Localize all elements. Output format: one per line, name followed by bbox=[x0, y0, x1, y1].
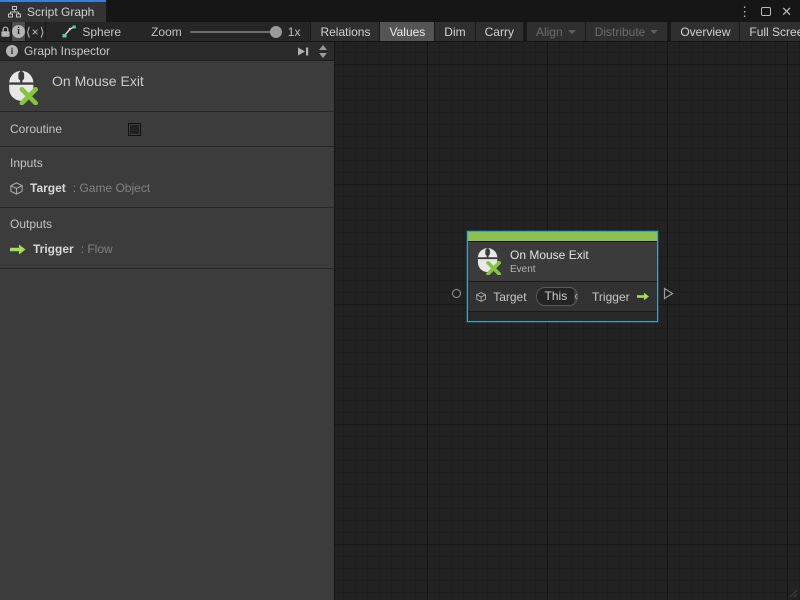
event-summary: On Mouse Exit bbox=[0, 61, 334, 112]
zoom-control: Zoom 1x bbox=[135, 22, 310, 41]
zoom-value: 1x bbox=[288, 25, 301, 39]
menu-icon[interactable]: ⋮ bbox=[738, 5, 751, 18]
game-object-cube-icon bbox=[476, 290, 486, 304]
outputs-title: Outputs bbox=[10, 217, 324, 231]
toolbar-button-values[interactable]: Values bbox=[379, 22, 434, 41]
event-title: On Mouse Exit bbox=[52, 69, 144, 89]
output-type: : Flow bbox=[81, 242, 113, 256]
mouse-exit-icon bbox=[477, 247, 501, 275]
toolbar-toggles: Relations Values Dim Carry Align Distrib… bbox=[310, 22, 800, 41]
coroutine-label: Coroutine bbox=[10, 122, 62, 136]
window-controls: ⋮ ✕ bbox=[738, 0, 800, 22]
graph-inspector-title: Graph Inspector bbox=[24, 44, 110, 58]
flow-arrow-icon bbox=[637, 291, 649, 302]
node-port-row: Target This ⊙ Trigger bbox=[468, 281, 657, 311]
output-row-trigger: Trigger : Flow bbox=[10, 242, 324, 256]
toolbar-button-align: Align bbox=[526, 22, 585, 41]
input-row-target: Target : Game Object bbox=[10, 181, 324, 195]
target-value: This bbox=[537, 288, 575, 305]
chevron-up-icon bbox=[319, 45, 327, 50]
graph-inspector-header: i Graph Inspector bbox=[0, 42, 334, 61]
object-picker-icon[interactable]: ⊙ bbox=[574, 288, 578, 305]
lock-icon bbox=[0, 26, 11, 38]
flow-arrow-icon bbox=[10, 244, 26, 255]
toolbar-button-relations[interactable]: Relations bbox=[310, 22, 379, 41]
graph-inspector-panel: i Graph Inspector bbox=[0, 42, 335, 600]
node-accent-bar bbox=[468, 232, 657, 241]
toolbar-button-carry[interactable]: Carry bbox=[475, 22, 523, 41]
graph-owner: Sphere bbox=[46, 22, 135, 41]
node-title: On Mouse Exit bbox=[510, 248, 589, 262]
zoom-label: Zoom bbox=[151, 25, 182, 39]
zoom-slider[interactable] bbox=[190, 31, 280, 33]
game-object-cube-icon bbox=[10, 182, 23, 195]
code-view-button[interactable]: ⟨×⟩ bbox=[26, 22, 46, 41]
inputs-section: Inputs Target : Game Object bbox=[0, 147, 334, 208]
toolbar-button-dim[interactable]: Dim bbox=[434, 22, 474, 41]
node-input-label: Target bbox=[493, 290, 526, 304]
resize-grip-icon[interactable] bbox=[787, 587, 798, 598]
code-icon: ⟨×⟩ bbox=[26, 25, 45, 39]
node-subtitle: Event bbox=[510, 264, 589, 275]
close-icon[interactable]: ✕ bbox=[781, 5, 792, 18]
graph-area: i Graph Inspector bbox=[0, 42, 800, 600]
on-mouse-exit-node[interactable]: On Mouse Exit Event Target This ⊙ Trigge… bbox=[467, 231, 658, 322]
zoom-slider-knob[interactable] bbox=[270, 26, 282, 38]
graph-owner-label: Sphere bbox=[82, 25, 121, 39]
toolbar-button-overview[interactable]: Overview bbox=[670, 22, 739, 41]
outputs-section: Outputs Trigger : Flow bbox=[0, 208, 334, 269]
coroutine-checkbox[interactable] bbox=[128, 123, 141, 136]
tab-bar: Script Graph ⋮ ✕ bbox=[0, 0, 800, 22]
tab-script-graph[interactable]: Script Graph bbox=[0, 0, 106, 22]
inputs-title: Inputs bbox=[10, 156, 324, 170]
maximize-icon[interactable] bbox=[761, 7, 771, 16]
node-output-label: Trigger bbox=[592, 290, 630, 304]
inspector-toggle-button[interactable]: i bbox=[12, 22, 26, 41]
coroutine-row: Coroutine bbox=[0, 112, 334, 147]
graph-nodes-icon bbox=[62, 25, 76, 38]
input-name: Target bbox=[30, 181, 66, 195]
chevron-down-icon bbox=[568, 30, 576, 34]
toolbar-button-fullscreen[interactable]: Full Screen bbox=[739, 22, 800, 41]
chevron-down-icon bbox=[650, 30, 658, 34]
chevron-down-icon bbox=[319, 53, 327, 58]
lock-button[interactable] bbox=[0, 22, 12, 41]
panel-stepper[interactable] bbox=[316, 43, 330, 60]
graph-toolbar: i ⟨×⟩ Sphere Zoom 1x Relations Values Di… bbox=[0, 22, 800, 42]
target-value-chip[interactable]: This ⊙ bbox=[536, 287, 579, 306]
node-output-port[interactable] bbox=[663, 287, 674, 300]
unity-script-graph-window: Script Graph ⋮ ✕ i ⟨×⟩ bbox=[0, 0, 800, 600]
tab-label: Script Graph bbox=[27, 5, 94, 19]
node-header[interactable]: On Mouse Exit Event bbox=[468, 241, 657, 281]
script-graph-icon bbox=[8, 6, 21, 18]
node-input-port[interactable] bbox=[452, 289, 461, 298]
info-icon: i bbox=[12, 25, 25, 38]
node-titles: On Mouse Exit Event bbox=[510, 248, 589, 275]
input-type: : Game Object bbox=[73, 181, 150, 195]
mouse-exit-icon bbox=[8, 69, 38, 105]
inspector-empty-area bbox=[0, 269, 334, 600]
node-footer bbox=[468, 311, 657, 321]
dock-panel-icon[interactable] bbox=[296, 46, 310, 57]
toolbar-button-distribute: Distribute bbox=[585, 22, 668, 41]
output-name: Trigger bbox=[33, 242, 74, 256]
info-icon: i bbox=[6, 45, 18, 57]
